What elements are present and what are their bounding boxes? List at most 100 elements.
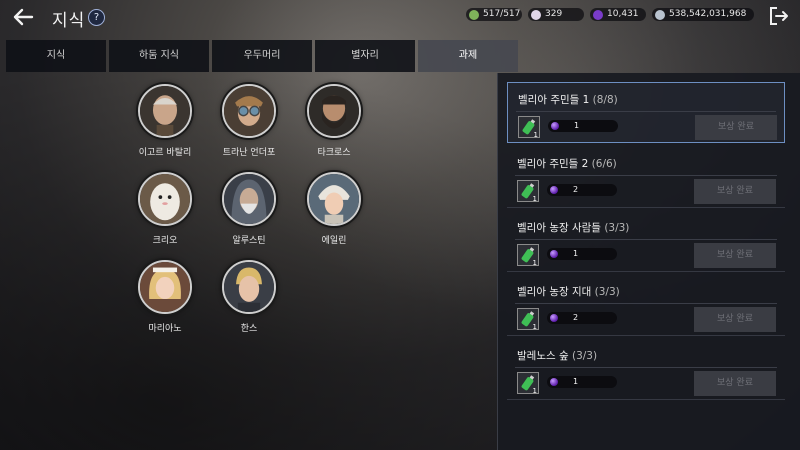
energy-counter: 517/517 [466,8,522,21]
quest-item[interactable]: 벨리아 농장 지대 (3/3) 1 2 보상 완료 [507,275,785,336]
character-mariano[interactable]: 마리아노 [125,260,205,334]
divider [515,367,777,368]
divider [515,303,777,304]
character-name: 트라난 언더포 [222,148,276,158]
quest-title: 벨리아 주민들 1 (8/8) [518,92,618,107]
silver-counter: 538,542,031,968 [652,8,754,21]
reward-item-slot[interactable]: 1 [517,308,539,331]
quest-item[interactable]: 발레노스 숲 (3/3) 1 1 보상 완료 [507,339,785,400]
divider [515,239,777,240]
quest-title: 발레노스 숲 (3/3) [517,348,597,363]
reward-currency: 1 [547,248,617,260]
divider [516,111,776,112]
tab-bar: 지식 하둠 지식 우두머리 별자리 과제 [6,40,521,72]
character-name: 타크로스 [317,148,351,158]
quest-item[interactable]: 벨리아 주민들 1 (8/8) 1 1 보상 완료 [507,82,785,143]
reward-item-count: 1 [532,387,537,395]
blonde-man-portrait-icon [222,260,276,314]
tab-bosses[interactable]: 우두머리 [212,40,312,72]
quest-progress: (3/3) [604,222,630,234]
quest-name: 벨리아 농장 사람들 [517,222,601,234]
reward-item-slot[interactable]: 1 [517,180,539,203]
quest-item[interactable]: 벨리아 농장 사람들 (3/3) 1 1 보상 완료 [507,211,785,272]
reward-item-slot[interactable]: 1 [518,116,540,139]
reward-currency: 1 [547,376,617,388]
reward-item-slot[interactable]: 1 [517,244,539,267]
character-tranan-underfo[interactable]: 트라난 언더포 [209,84,289,158]
reward-claimed-button[interactable]: 보상 완료 [694,179,776,204]
black-orb-value: 10,431 [607,9,639,19]
character-igor-bartali[interactable]: 이고르 바탈리 [125,84,205,158]
reward-amount: 1 [573,377,579,386]
reward-currency: 1 [548,120,618,132]
exit-icon[interactable] [768,5,790,27]
quest-name: 벨리아 농장 지대 [517,286,592,298]
character-eilin[interactable]: 에일린 [294,172,374,246]
black-orb-icon [593,9,603,20]
black-orb-counter: 10,431 [590,8,646,21]
character-name: 마리아노 [148,324,182,334]
energy-value: 517/517 [483,9,521,19]
pearl-counter: 329 [528,8,584,21]
quest-panel: 벨리아 주민들 1 (8/8) 1 1 보상 완료 벨리아 주민들 2 (6/6… [497,73,800,450]
pearl-value: 329 [545,9,563,19]
tab-knowledge[interactable]: 지식 [6,40,106,72]
quest-name: 발레노스 숲 [517,350,569,362]
old-man-portrait-icon [138,84,192,138]
reward-claimed-button[interactable]: 보상 완료 [694,243,776,268]
black-orb-icon [551,122,559,130]
quest-progress: (3/3) [594,286,620,298]
divider [515,175,777,176]
character-alustin[interactable]: 알루스틴 [209,172,289,246]
character-name: 이고르 바탈리 [138,148,192,158]
tab-hadum-knowledge[interactable]: 하둠 지식 [109,40,209,72]
quest-name: 벨리아 주민들 2 [517,158,589,170]
quest-item[interactable]: 벨리아 주민들 2 (6/6) 1 2 보상 완료 [507,147,785,208]
character-name: 크리오 [152,236,178,246]
back-arrow-icon[interactable] [10,4,36,30]
reward-currency: 2 [547,312,617,324]
reward-claimed-button[interactable]: 보상 완료 [695,115,777,140]
black-orb-icon [550,378,558,386]
silver-icon [655,9,665,20]
quest-progress: (6/6) [591,158,617,170]
turban-woman-portrait-icon [307,172,361,226]
reward-item-slot[interactable]: 1 [517,372,539,395]
character-hans[interactable]: 한스 [209,260,289,334]
character-takros[interactable]: 타크로스 [294,84,374,158]
blonde-girl-portrait-icon [138,260,192,314]
silver-value: 538,542,031,968 [669,9,747,19]
tab-constellation[interactable]: 별자리 [315,40,415,72]
reward-claimed-button[interactable]: 보상 완료 [694,371,776,396]
quest-title: 벨리아 주민들 2 (6/6) [517,156,617,171]
reward-amount: 1 [573,249,579,258]
reward-item-count: 1 [532,195,537,203]
hooded-elder-portrait-icon [222,172,276,226]
character-name: 한스 [240,324,258,334]
quest-title: 벨리아 농장 지대 (3/3) [517,284,620,299]
black-orb-icon [550,314,558,322]
top-bar: 지식 ? 517/517 329 10,431 538,542,031,968 [0,0,800,34]
quest-name: 벨리아 주민들 1 [518,94,590,106]
reward-amount: 1 [574,121,580,130]
quest-progress: (3/3) [571,350,598,362]
quest-progress: (8/8) [592,94,618,106]
pearl-icon [531,9,541,20]
energy-icon [469,9,479,20]
goggles-man-portrait-icon [222,84,276,138]
bearded-warrior-portrait-icon [307,84,361,138]
reward-claimed-button[interactable]: 보상 완료 [694,307,776,332]
character-name: 알루스틴 [232,236,266,246]
black-orb-icon [550,250,558,258]
character-krio[interactable]: 크리오 [125,172,205,246]
reward-item-count: 1 [532,259,537,267]
quest-title: 벨리아 농장 사람들 (3/3) [517,220,629,235]
tab-quests[interactable]: 과제 [418,40,518,72]
reward-item-count: 1 [533,131,538,139]
reward-amount: 2 [573,313,579,322]
character-name: 에일린 [321,236,347,246]
black-orb-icon [550,186,558,194]
page-title: 지식 [52,11,86,31]
help-icon[interactable]: ? [88,9,105,26]
reward-item-count: 1 [532,323,537,331]
